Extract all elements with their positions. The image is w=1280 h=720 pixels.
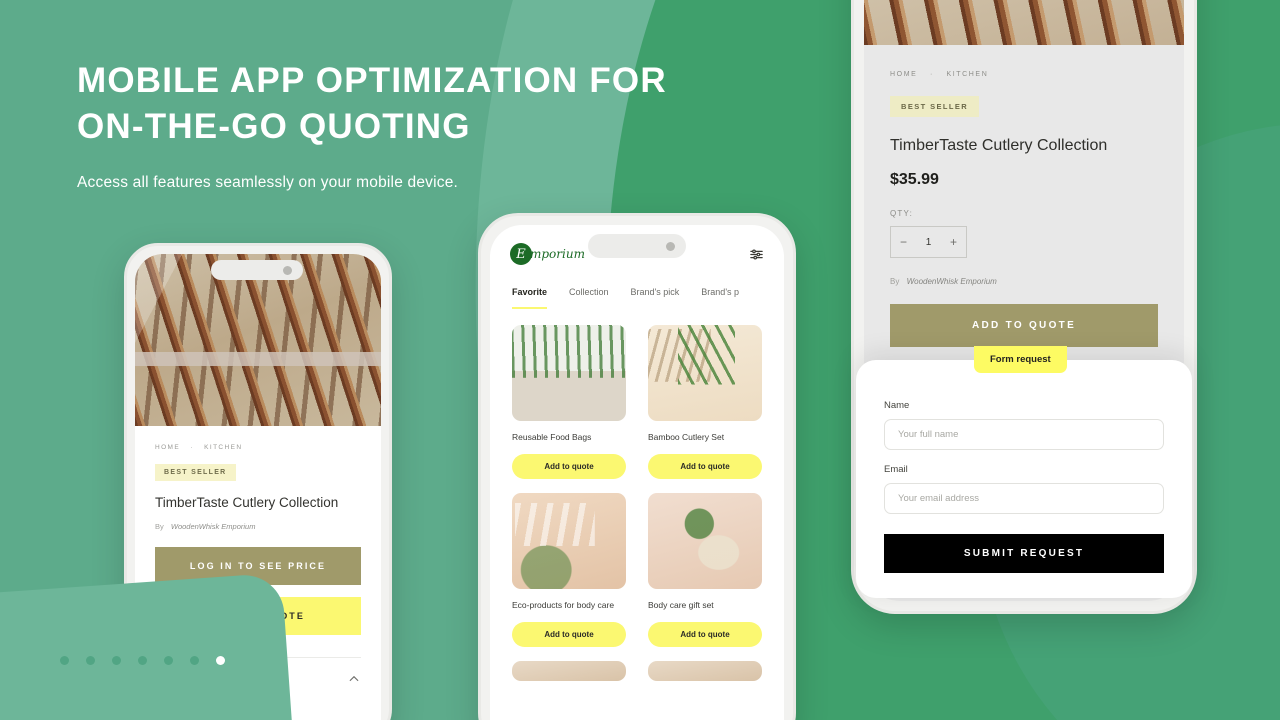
logo-mark: E: [510, 243, 532, 265]
carousel-dot[interactable]: [164, 656, 173, 665]
vendor-label: By: [155, 522, 164, 531]
chevron-up-icon[interactable]: [347, 672, 361, 686]
product-grid: Reusable Food Bags Add to quote Bamboo C…: [490, 309, 784, 681]
product-name: Bamboo Cutlery Set: [648, 432, 725, 442]
form-request-tab[interactable]: Form request: [974, 346, 1067, 373]
product-image: [512, 493, 626, 589]
camera-icon: [283, 265, 292, 275]
breadcrumb: HOME · KITCHEN: [890, 71, 1158, 78]
product-name: Body care gift set: [648, 600, 714, 610]
product-vendor: By WoodenWhisk Emporium: [890, 277, 1158, 286]
carousel-dot[interactable]: [138, 656, 147, 665]
hero-subtitle: Access all features seamlessly on your m…: [77, 174, 459, 192]
add-to-quote-button[interactable]: Add to quote: [512, 454, 626, 479]
carousel-dots[interactable]: [60, 656, 225, 665]
phone-middle-screen: E mporium Favorite Collection Brand's pi…: [490, 225, 784, 720]
status-badge: BEST SELLER: [155, 464, 236, 481]
name-label: Name: [884, 400, 910, 411]
breadcrumb-home[interactable]: HOME: [890, 71, 917, 78]
breadcrumb: HOME · KITCHEN: [155, 444, 361, 451]
breadcrumb-separator: ·: [929, 71, 934, 78]
category-tabs[interactable]: Favorite Collection Brand's pick Brand's…: [490, 265, 784, 309]
email-label: Email: [884, 464, 908, 475]
product-vendor: By WoodenWhisk Emporium: [155, 522, 361, 531]
tab-collection[interactable]: Collection: [569, 287, 609, 309]
quantity-label: QTY:: [890, 209, 914, 218]
carousel-dot-active[interactable]: [216, 656, 225, 665]
quantity-increment-button[interactable]: +: [950, 235, 957, 249]
filter-sliders-icon[interactable]: [749, 247, 764, 262]
phone-middle-notch: [588, 234, 686, 258]
vendor-name[interactable]: WoodenWhisk Emporium: [907, 277, 997, 286]
product-hero-image: [864, 0, 1184, 45]
form-request-sheet: Form request Name Email SUBMIT REQUEST: [856, 346, 1192, 598]
breadcrumb-separator: ·: [190, 444, 194, 451]
phone-mockup-middle: E mporium Favorite Collection Brand's pi…: [478, 213, 796, 720]
product-title: TimberTaste Cutlery Collection: [155, 495, 339, 510]
product-name: Reusable Food Bags: [512, 432, 592, 442]
phone-side-button[interactable]: [851, 157, 854, 215]
product-card[interactable]: Body care gift set Add to quote: [648, 493, 762, 647]
quantity-stepper[interactable]: − 1 +: [890, 226, 967, 258]
product-name: Eco-products for body care: [512, 600, 615, 610]
add-to-quote-button[interactable]: Add to quote: [512, 622, 626, 647]
tab-brands-pick[interactable]: Brand's pick: [631, 287, 680, 309]
page-title: Mobile app optimization for on-the-go qu…: [77, 61, 667, 147]
carousel-dot[interactable]: [86, 656, 95, 665]
product-card[interactable]: Reusable Food Bags Add to quote: [512, 325, 626, 479]
quantity-value: 1: [925, 236, 932, 248]
hero-text-block: Mobile app optimization for on-the-go qu…: [77, 58, 697, 192]
product-image: [648, 325, 762, 421]
tab-brands-pick-overflow[interactable]: Brand's p: [701, 287, 739, 309]
background-blob-overlay: [0, 572, 298, 720]
email-field[interactable]: [884, 483, 1164, 514]
camera-icon: [666, 241, 675, 251]
product-title: TimberTaste Cutlery Collection: [890, 137, 1108, 154]
breadcrumb-category[interactable]: KITCHEN: [204, 444, 242, 451]
product-card-partial[interactable]: [512, 661, 626, 681]
product-image: [512, 325, 626, 421]
quantity-decrement-button[interactable]: −: [900, 235, 907, 249]
carousel-dot[interactable]: [112, 656, 121, 665]
submit-request-button[interactable]: SUBMIT REQUEST: [884, 534, 1164, 573]
status-badge: BEST SELLER: [890, 96, 980, 117]
carousel-dot[interactable]: [60, 656, 69, 665]
add-to-quote-button[interactable]: Add to quote: [648, 622, 762, 647]
product-image: [648, 661, 762, 681]
product-image: [512, 661, 626, 681]
product-card[interactable]: Eco-products for body care Add to quote: [512, 493, 626, 647]
vendor-label: By: [890, 277, 900, 286]
product-image: [648, 493, 762, 589]
add-to-quote-button[interactable]: ADD TO QUOTE: [890, 304, 1158, 347]
add-to-quote-button[interactable]: Add to quote: [648, 454, 762, 479]
app-logo[interactable]: E mporium: [510, 243, 585, 265]
breadcrumb-home[interactable]: HOME: [155, 444, 180, 451]
tab-favorite[interactable]: Favorite: [512, 287, 548, 309]
phone-left-notch: [211, 260, 303, 280]
logo-wordmark: mporium: [530, 247, 585, 261]
product-card[interactable]: Bamboo Cutlery Set Add to quote: [648, 325, 762, 479]
product-price: $35.99: [890, 171, 939, 188]
carousel-dot[interactable]: [190, 656, 199, 665]
vendor-name[interactable]: WoodenWhisk Emporium: [171, 522, 256, 531]
breadcrumb-category[interactable]: KITCHEN: [946, 71, 988, 78]
product-card-partial[interactable]: [648, 661, 762, 681]
name-field[interactable]: [884, 419, 1164, 450]
